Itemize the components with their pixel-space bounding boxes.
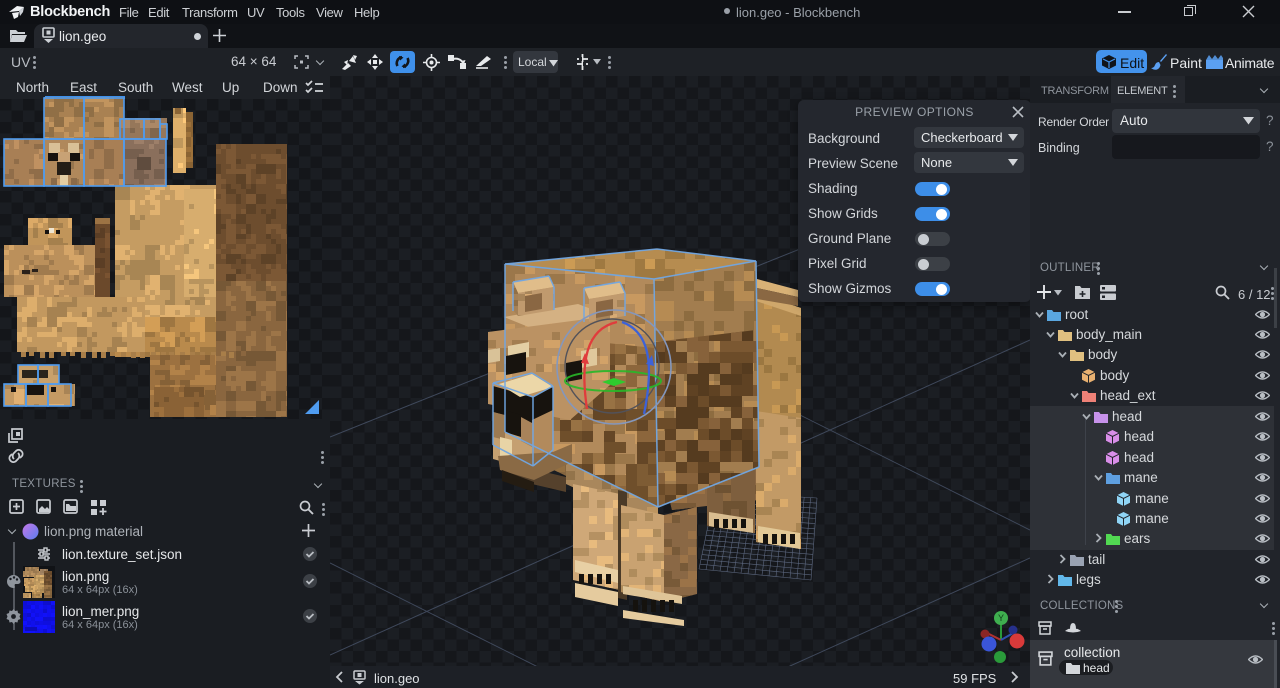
svg-text:Y: Y — [998, 613, 1004, 623]
